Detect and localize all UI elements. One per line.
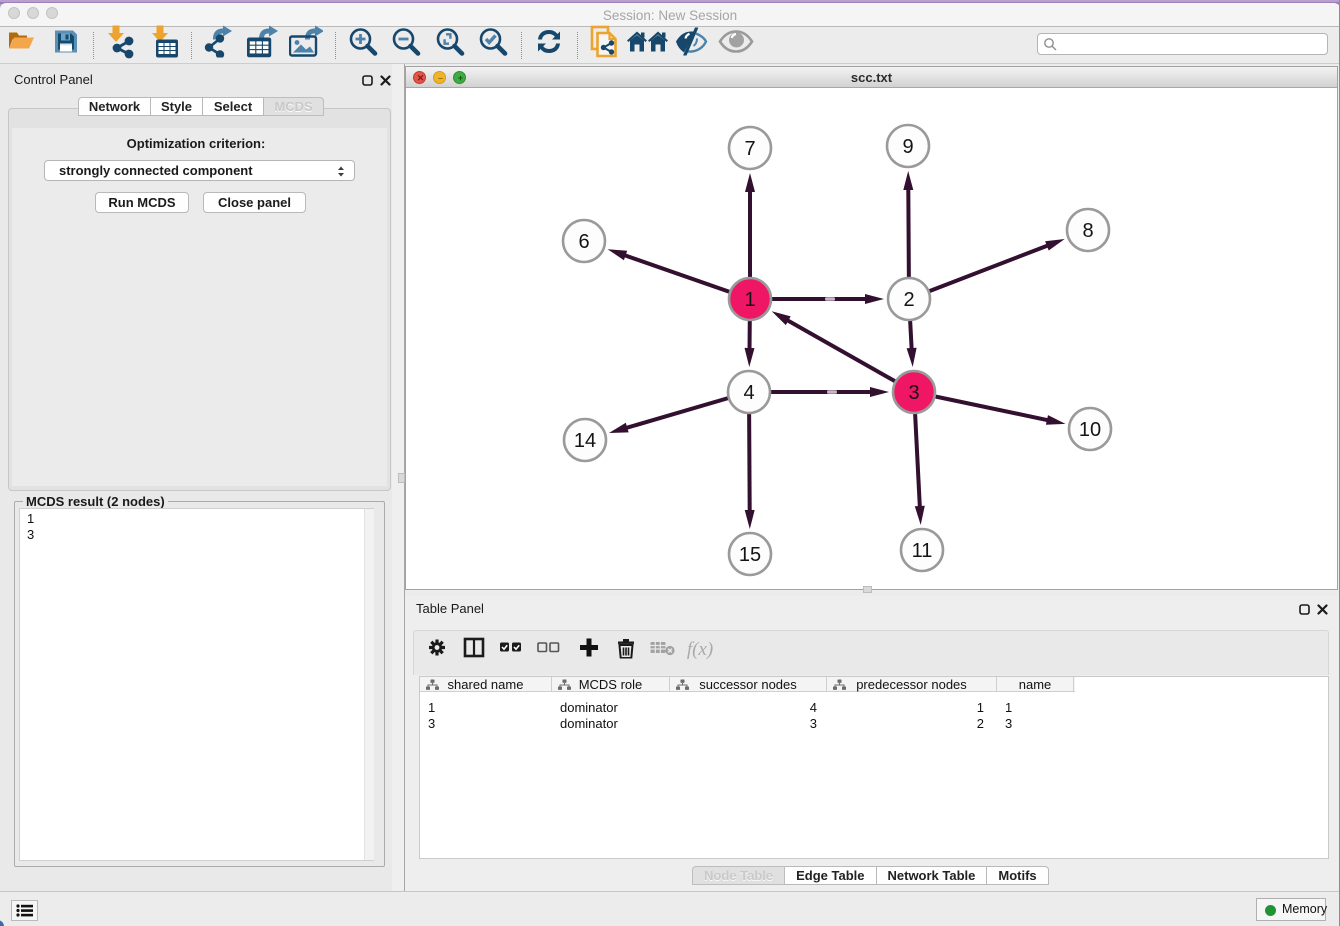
svg-text:3: 3 [908,382,919,404]
svg-text:7: 7 [744,138,755,160]
svg-text:8: 8 [1082,220,1093,242]
svg-text:6: 6 [578,231,589,253]
svg-text:15: 15 [739,544,761,566]
svg-text:4: 4 [743,382,754,404]
svg-text:9: 9 [902,136,913,158]
svg-text:2: 2 [903,289,914,311]
svg-text:14: 14 [574,430,596,452]
svg-text:11: 11 [912,540,933,562]
svg-text:10: 10 [1079,419,1101,441]
svg-text:1: 1 [744,289,755,311]
